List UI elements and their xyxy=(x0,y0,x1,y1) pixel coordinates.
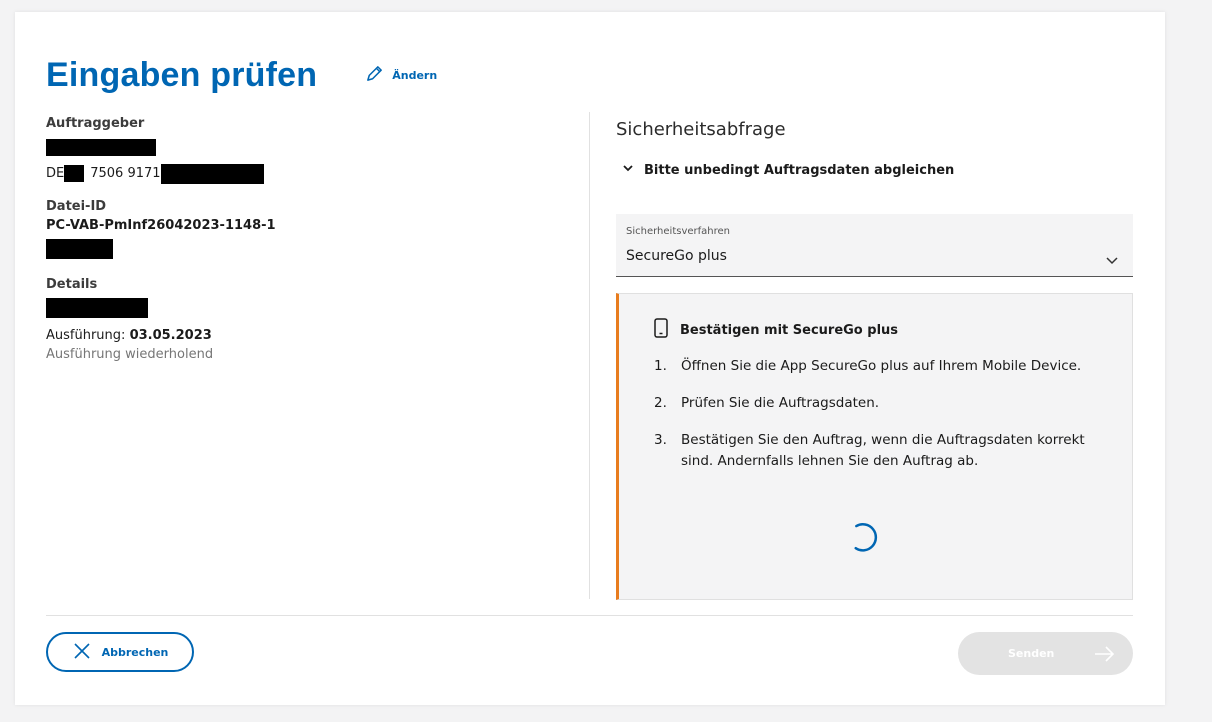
file-id-redacted xyxy=(46,239,566,263)
list-item: 3. Bestätigen Sie den Auftrag, wenn die … xyxy=(654,430,1104,472)
arrow-right-icon xyxy=(1095,646,1115,662)
file-id-label: Datei-ID xyxy=(46,199,107,214)
review-card: Eingaben prüfen Ändern Auftraggeber DE 7… xyxy=(15,12,1165,705)
toggle-label: Bitte unbedingt Auftragsdaten abgleichen xyxy=(644,162,955,178)
select-value: SecureGo plus xyxy=(626,248,727,264)
file-id-value: PC-VAB-PmInf26042023-1148-1 xyxy=(46,218,276,233)
step-text: Prüfen Sie die Auftragsdaten. xyxy=(681,395,880,411)
compare-data-toggle[interactable]: Bitte unbedingt Auftragsdaten abgleichen xyxy=(622,162,954,178)
step-text: Öffnen Sie die App SecureGo plus auf Ihr… xyxy=(681,358,1082,374)
step-text: Bestätigen Sie den Auftrag, wenn die Auf… xyxy=(681,432,1085,469)
redaction-bar xyxy=(46,239,113,259)
edit-label: Ändern xyxy=(392,68,438,82)
order-summary: Auftraggeber DE 7506 9171 Datei-ID PC-VA… xyxy=(46,116,566,362)
send-button[interactable]: Senden xyxy=(958,632,1133,675)
footer-divider xyxy=(46,615,1133,616)
execution-row: Ausführung: 03.05.2023 xyxy=(46,328,566,343)
step-number: 3. xyxy=(654,432,667,448)
step-list: 1. Öffnen Sie die App SecureGo plus auf … xyxy=(654,356,1104,488)
step-number: 2. xyxy=(654,395,667,411)
client-name-redacted xyxy=(46,139,566,160)
send-label: Senden xyxy=(1008,647,1055,660)
select-label: Sicherheitsverfahren xyxy=(626,226,730,237)
redaction-bar xyxy=(64,165,85,182)
cancel-button[interactable]: Abbrechen xyxy=(46,632,194,672)
column-divider xyxy=(589,112,590,599)
pencil-icon xyxy=(365,64,384,86)
list-item: 2. Prüfen Sie die Auftragsdaten. xyxy=(654,393,1104,414)
iban-prefix: DE xyxy=(46,166,65,181)
panel-header: Bestätigen mit SecureGo plus xyxy=(654,318,898,342)
client-label: Auftraggeber xyxy=(46,116,145,131)
redaction-bar xyxy=(160,163,264,184)
securego-panel: Bestätigen mit SecureGo plus 1. Öffnen S… xyxy=(616,293,1133,600)
details-label: Details xyxy=(46,277,98,292)
iban-middle: 7506 9171 xyxy=(90,166,161,181)
repeating-text: Ausführung wiederholend xyxy=(46,347,214,362)
page-title: Eingaben prüfen xyxy=(46,55,318,94)
execution-label: Ausführung: xyxy=(46,328,126,343)
security-title: Sicherheitsabfrage xyxy=(616,119,786,140)
list-item: 1. Öffnen Sie die App SecureGo plus auf … xyxy=(654,356,1104,377)
spinner-icon xyxy=(854,523,878,552)
smartphone-icon xyxy=(654,318,668,342)
panel-title: Bestätigen mit SecureGo plus xyxy=(680,322,899,338)
redaction-bar xyxy=(46,139,156,156)
edit-button[interactable]: Ändern xyxy=(365,64,437,86)
execution-date: 03.05.2023 xyxy=(129,328,212,343)
redaction-bar xyxy=(46,298,148,318)
chevron-down-icon xyxy=(622,162,634,178)
iban-row: DE 7506 9171 xyxy=(46,163,566,184)
header: Eingaben prüfen Ändern xyxy=(46,50,437,100)
security-method-select[interactable]: Sicherheitsverfahren SecureGo plus xyxy=(616,214,1133,277)
close-icon xyxy=(72,641,92,664)
details-redacted xyxy=(46,298,566,322)
step-number: 1. xyxy=(654,358,667,374)
cancel-label: Abbrechen xyxy=(101,645,169,659)
chevron-down-icon xyxy=(1105,252,1119,266)
